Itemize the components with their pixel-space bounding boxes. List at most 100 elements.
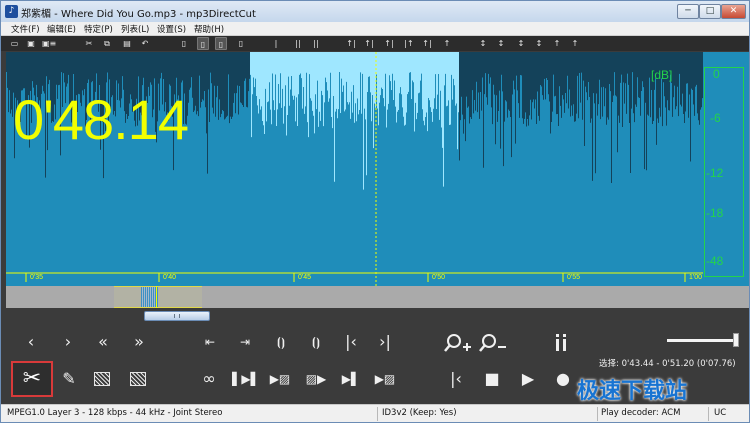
zoom-out-icon[interactable]	[479, 332, 507, 354]
timeline-label: 0'55	[567, 274, 581, 281]
pencil-icon[interactable]: ✎	[55, 367, 83, 391]
selection-info: 选择: 0'43.44 - 0'51.20 (0'07.76)	[599, 359, 736, 369]
loop-icon[interactable]: ∞	[195, 367, 223, 391]
format-info: MPEG1.0 Layer 3 - 128 kbps - 44 kHz - Jo…	[7, 408, 223, 418]
minimize-button[interactable]: ─	[677, 4, 699, 19]
menu-settings[interactable]: 设置(S)	[157, 23, 186, 35]
app-icon: ♪	[5, 5, 18, 18]
db-tick: 0	[713, 67, 720, 81]
marker-icon[interactable]: ▶▨	[371, 367, 399, 391]
grip-icon	[174, 314, 180, 318]
time-display: 0'48.14	[13, 88, 189, 151]
timeline-label: 0'50	[432, 274, 446, 281]
toolbar: ▭ ▣ ▣≡ ✂ ⧉ ▤ ↶ ▯ ▯ ▯ ▯ | || || ↑| ↑| ↑| …	[1, 36, 749, 61]
info-icon[interactable]	[554, 333, 570, 353]
page-icon[interactable]: ▯	[197, 37, 209, 50]
waveform-view[interactable]: 0'48.14 [dB] 0'35 0'40 0'45 0'50 0'55 1'…	[6, 52, 703, 286]
select-right-button[interactable]: ⦗⦘	[302, 330, 330, 354]
marker-icon[interactable]: ↑|	[383, 37, 395, 50]
go-end-button[interactable]: ›|	[371, 330, 399, 354]
db-tick: -12	[706, 166, 724, 180]
save-as-icon[interactable]: ▣≡	[42, 37, 56, 50]
marker-icon[interactable]: ↕	[477, 37, 489, 50]
record-button[interactable]: ●	[549, 367, 577, 391]
status-bar: MPEG1.0 Layer 3 - 128 kbps - 44 kHz - Jo…	[1, 404, 749, 422]
overview-bar[interactable]	[6, 286, 749, 308]
pause-marker-icon[interactable]: ||	[291, 37, 305, 50]
window-title: 郑紫楣 - Where Did You Go.mp3 - mp3DirectCu…	[21, 9, 256, 20]
scissors-icon: ✂	[22, 366, 42, 391]
marker-icon[interactable]: ↑|↑	[419, 37, 435, 61]
page-icon[interactable]: ▯	[235, 37, 247, 50]
db-tick: -48	[706, 254, 724, 268]
next-marker-icon[interactable]: ▶▌	[337, 367, 365, 391]
overview-selection	[114, 286, 202, 308]
go-start-button[interactable]: |‹	[442, 367, 470, 391]
title-bar: ♪ 郑紫楣 - Where Did You Go.mp3 - mp3Direct…	[1, 1, 749, 22]
zoom-in-icon[interactable]	[444, 332, 472, 354]
timeline-label: 0'35	[30, 274, 44, 281]
open-folder-icon[interactable]: ▭	[9, 37, 20, 50]
status-divider	[597, 407, 598, 421]
copy-icon[interactable]: ⧉	[102, 37, 112, 50]
menu-special[interactable]: 特定(P)	[84, 23, 113, 35]
play-selection-icon[interactable]: ▌▶▌	[230, 367, 262, 391]
db-unit-label: [dB]	[651, 68, 673, 82]
db-tick: -6	[710, 111, 721, 125]
db-tick: -18	[706, 206, 724, 220]
marker-icon[interactable]: ↕	[515, 37, 527, 50]
marker-icon[interactable]: ↑	[569, 37, 581, 50]
scrollbar-thumb[interactable]	[144, 311, 210, 321]
marker-icon[interactable]: ↕	[495, 37, 507, 50]
menu-bar: 文件(F) 编辑(E) 特定(P) 列表(L) 设置(S) 帮助(H)	[1, 22, 749, 36]
overview-cursor	[156, 286, 157, 308]
fade-out-icon[interactable]	[130, 372, 146, 386]
pause-marker-icon[interactable]: ||	[309, 37, 323, 50]
fast-back-button[interactable]: «	[89, 330, 117, 354]
timeline-label: 0'40	[163, 274, 177, 281]
marker-icon[interactable]: ↑|	[345, 37, 357, 50]
close-button[interactable]: ✕	[721, 4, 746, 19]
marker-icon[interactable]: ↑	[551, 37, 563, 50]
status-extra: UC	[714, 408, 727, 418]
menu-help[interactable]: 帮助(H)	[194, 23, 224, 35]
fast-forward-button[interactable]: »	[125, 330, 153, 354]
play-button[interactable]: ▶	[514, 367, 542, 391]
go-selection-end-button[interactable]: ⇥	[231, 330, 259, 354]
status-divider	[377, 407, 378, 421]
page-icon[interactable]: ▯	[215, 37, 227, 50]
menu-file[interactable]: 文件(F)	[11, 23, 40, 35]
volume-slider-thumb[interactable]	[733, 333, 739, 347]
menu-list[interactable]: 列表(L)	[121, 23, 149, 35]
menu-edit[interactable]: 编辑(E)	[47, 23, 76, 35]
save-icon[interactable]: ▣	[25, 37, 37, 50]
marker-icon[interactable]: |	[271, 37, 281, 50]
marker-icon[interactable]: |↑	[403, 37, 415, 50]
db-meter: 0 -6 -12 -18 -48	[703, 52, 749, 286]
timeline-label: 1'00	[689, 274, 703, 281]
timeline-label: 0'45	[298, 274, 312, 281]
go-start-button[interactable]: |‹	[337, 330, 365, 354]
id3-info: ID3v2 (Keep: Yes)	[382, 408, 457, 418]
fade-in-icon[interactable]	[94, 372, 110, 386]
select-left-button[interactable]: ⦗⦘	[267, 330, 295, 354]
stop-button[interactable]: ■	[478, 367, 506, 391]
decoder-info: Play decoder: ACM	[601, 408, 681, 418]
app-window: ♪ 郑紫楣 - Where Did You Go.mp3 - mp3Direct…	[0, 0, 750, 423]
volume-slider-track[interactable]	[667, 339, 739, 342]
undo-icon[interactable]: ↶	[140, 37, 150, 50]
step-back-button[interactable]: ‹	[17, 330, 45, 354]
maximize-button[interactable]: □	[699, 4, 721, 19]
step-forward-button[interactable]: ›	[54, 330, 82, 354]
page-icon[interactable]: ▯	[179, 37, 189, 50]
marker-icon[interactable]: ↑	[441, 37, 453, 50]
cut-button[interactable]: ✂	[11, 361, 53, 397]
paste-icon[interactable]: ▤	[122, 37, 132, 50]
watermark-text: 极速下载站	[577, 379, 688, 404]
prev-marker-icon[interactable]: ▨▶	[302, 367, 330, 391]
cut-icon[interactable]: ✂	[84, 37, 94, 50]
play-marker-icon[interactable]: ▶▨	[265, 367, 295, 391]
marker-icon[interactable]: ↑|	[363, 37, 375, 50]
marker-icon[interactable]: ↕	[533, 37, 545, 50]
go-selection-start-button[interactable]: ⇤	[196, 330, 224, 354]
